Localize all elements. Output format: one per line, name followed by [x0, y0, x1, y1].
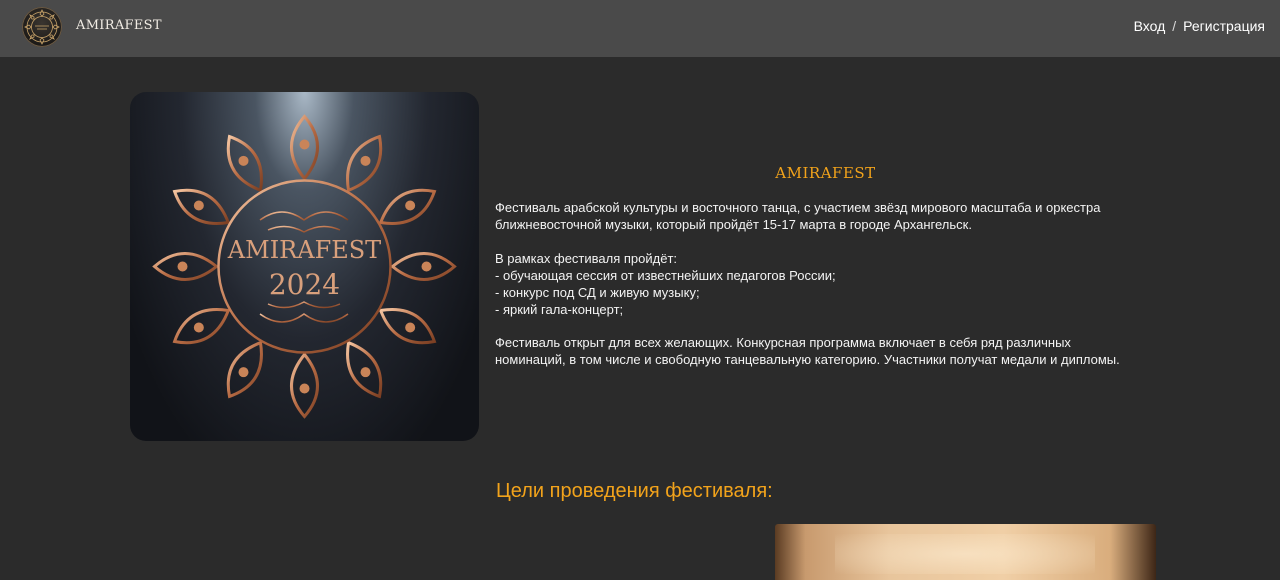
- mandala-ornament: [152, 114, 457, 419]
- brand-name[interactable]: AMIRAFEST: [76, 18, 162, 33]
- mandala-heart: [360, 155, 371, 166]
- mandala-ring: [217, 179, 392, 354]
- poster-year: 2024: [269, 268, 340, 301]
- goals-photo: [775, 524, 1156, 580]
- about-intro-paragraph: Фестиваль арабской культуры и восточного…: [495, 199, 1165, 233]
- festival-logo-icon[interactable]: [22, 7, 62, 47]
- mandala-heart: [405, 322, 416, 333]
- register-link[interactable]: Регистрация: [1183, 18, 1265, 34]
- mandala-heart: [193, 200, 204, 211]
- program-item: - яркий гала-концерт;: [495, 302, 624, 317]
- about-open-line: Фестиваль открыт для всех желающих. Конк…: [495, 335, 1071, 350]
- top-navigation-bar: AMIRAFEST Вход / Регистрация: [0, 0, 1280, 57]
- about-open-paragraph: Фестиваль открыт для всех желающих. Конк…: [495, 334, 1165, 368]
- mandala-heart: [405, 200, 416, 211]
- program-item: - конкурс под СД и живую музыку;: [495, 285, 700, 300]
- mandala-heart: [193, 322, 204, 333]
- program-heading: В рамках фестиваля пройдёт:: [495, 251, 678, 266]
- login-link[interactable]: Вход: [1134, 18, 1166, 34]
- about-title: AMIRAFEST: [775, 164, 876, 182]
- mandala-heart: [421, 261, 432, 272]
- festival-poster-image: AMIRAFEST 2024: [130, 92, 479, 441]
- poster-title: AMIRAFEST: [227, 236, 381, 264]
- auth-separator: /: [1172, 18, 1177, 34]
- about-open-line: номинаций, в том числе и свободную танце…: [495, 352, 1120, 367]
- mandala-heart: [299, 139, 310, 150]
- mandala-heart: [360, 367, 371, 378]
- about-program-paragraph: В рамках фестиваля пройдёт: - обучающая …: [495, 250, 1165, 318]
- photo-stage-light: [835, 534, 1095, 574]
- auth-links: Вход / Регистрация: [1134, 18, 1265, 34]
- program-item: - обучающая сессия от известнейших педаг…: [495, 268, 836, 283]
- mandala-heart: [299, 383, 310, 394]
- mandala-heart: [177, 261, 188, 272]
- goals-section-title: Цели проведения фестиваля:: [496, 480, 773, 502]
- mandala-heart: [238, 155, 249, 166]
- about-intro-line: ближневосточной музыки, который пройдёт …: [495, 217, 972, 232]
- mandala-heart: [238, 367, 249, 378]
- about-intro-line: Фестиваль арабской культуры и восточного…: [495, 200, 1101, 215]
